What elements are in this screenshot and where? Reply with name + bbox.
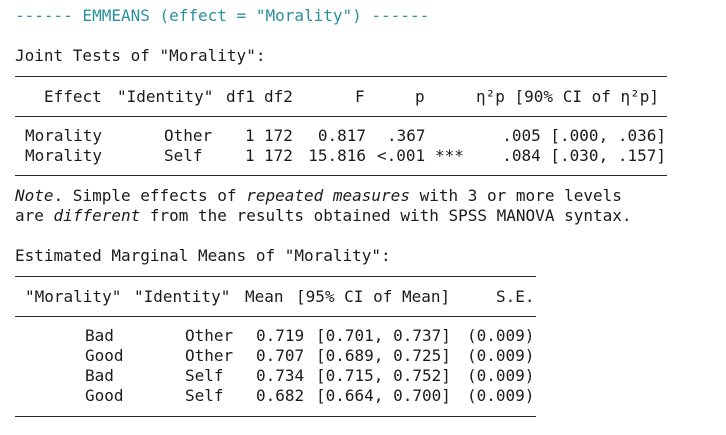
emm-title: Estimated Marginal Means of "Morality": xyxy=(15,246,391,265)
row-se: (0.009) xyxy=(467,386,535,405)
col-identity: "Identity" xyxy=(134,287,231,306)
emm-top-rule xyxy=(15,276,536,277)
row-F: 0.817 xyxy=(317,126,366,145)
row-eta: .084 [.030, .157] xyxy=(502,146,666,165)
row-se: (0.009) xyxy=(467,346,535,365)
col-identity: "Identity" xyxy=(117,87,214,106)
col-df1: df1 xyxy=(226,87,255,106)
row-mean: 0.707 xyxy=(256,346,305,365)
row-identity: Other xyxy=(164,126,213,145)
col-F: F xyxy=(355,87,365,106)
note-emphasis-b: different xyxy=(53,206,141,225)
row-se: (0.009) xyxy=(467,366,535,385)
row-ci: [0.664, 0.700] xyxy=(316,386,451,405)
col-effect: Effect xyxy=(44,87,102,106)
row-mean: 0.734 xyxy=(256,366,305,385)
row-p: .367 xyxy=(387,126,426,145)
row-identity: Self xyxy=(164,146,203,165)
row-identity: Self xyxy=(185,386,224,405)
row-df2: 172 xyxy=(264,146,293,165)
note-emphasis-a: repeated measures xyxy=(246,186,410,205)
row-mean: 0.719 xyxy=(256,326,305,345)
emm-header-rule xyxy=(15,316,536,317)
col-mean: Mean xyxy=(245,287,284,306)
row-identity: Other xyxy=(185,346,234,365)
row-ci: [0.715, 0.752] xyxy=(316,366,451,385)
col-ci: [95% CI of Mean] xyxy=(296,287,451,306)
emm-bottom-rule xyxy=(15,416,536,417)
note-text-c: are xyxy=(15,206,54,225)
row-effect: Morality xyxy=(25,146,103,165)
row-df1: 1 xyxy=(245,146,255,165)
row-ci: [0.689, 0.725] xyxy=(316,346,451,365)
row-morality: Good xyxy=(85,386,124,405)
col-eta: η²p [90% CI of η²p] xyxy=(476,87,660,106)
note-text-b: with 3 or more levels xyxy=(409,186,622,205)
note-text-d: from the results obtained with SPSS MANO… xyxy=(140,206,632,225)
note-label: Note xyxy=(15,186,54,205)
note-text-a: . Simple effects of xyxy=(53,186,247,205)
row-p: <.001 xyxy=(377,146,426,165)
joint-tests-title: Joint Tests of "Morality": xyxy=(15,46,266,65)
row-eta: .005 [.000, .036] xyxy=(502,126,666,145)
note-line-1: Note. Simple effects of repeated measure… xyxy=(15,186,622,206)
table-header-rule xyxy=(15,116,667,117)
row-morality: Bad xyxy=(85,326,114,345)
table-top-rule xyxy=(15,76,667,77)
col-se: S.E. xyxy=(496,287,535,306)
table-bottom-rule xyxy=(15,175,667,176)
row-identity: Other xyxy=(185,326,234,345)
row-df1: 1 xyxy=(245,126,255,145)
note-line-2: are different from the results obtained … xyxy=(15,206,632,226)
row-sig: *** xyxy=(435,146,464,165)
col-df2: df2 xyxy=(264,87,293,106)
row-identity: Self xyxy=(185,366,224,385)
section-header: ------ EMMEANS (effect = "Morality") ---… xyxy=(15,6,430,25)
row-df2: 172 xyxy=(264,126,293,145)
col-morality: "Morality" xyxy=(25,287,122,306)
row-morality: Bad xyxy=(85,366,114,385)
row-ci: [0.701, 0.737] xyxy=(316,326,451,345)
row-F: 15.816 xyxy=(308,146,366,165)
col-p: p xyxy=(415,87,425,106)
row-effect: Morality xyxy=(25,126,103,145)
row-se: (0.009) xyxy=(467,326,535,345)
row-mean: 0.682 xyxy=(256,386,305,405)
row-morality: Good xyxy=(85,346,124,365)
